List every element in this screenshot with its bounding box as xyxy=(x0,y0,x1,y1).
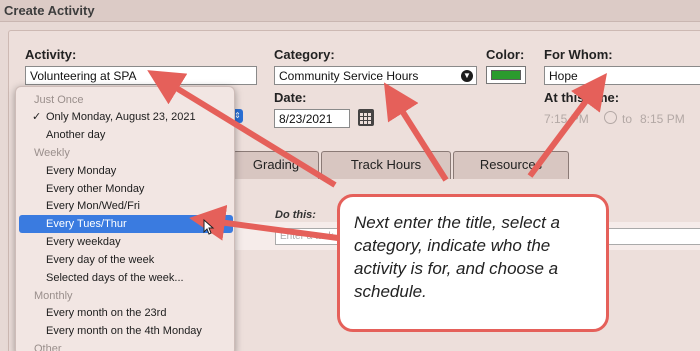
arrow-to-category xyxy=(383,82,449,182)
arrow-to-activity xyxy=(147,70,337,188)
arrow-to-schedule xyxy=(189,204,339,241)
arrow-to-for-whom xyxy=(527,72,607,178)
instruction-callout: Next enter the title, select a category,… xyxy=(337,194,609,332)
